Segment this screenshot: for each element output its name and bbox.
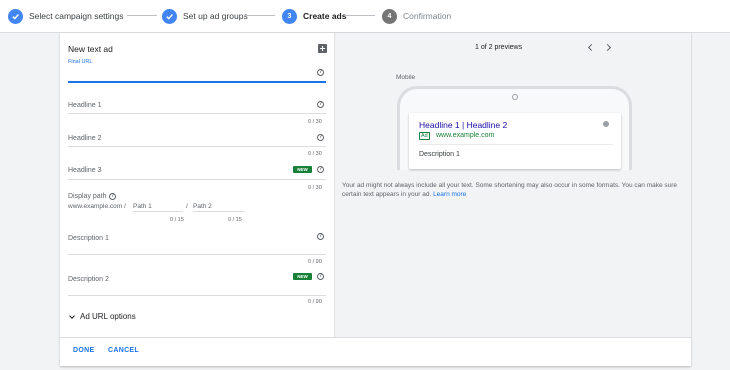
ad-form: New text ad Final URL ? Headline 1 ? 0 /… (60, 33, 334, 337)
path-2-underline (193, 211, 245, 212)
step-divider (345, 15, 375, 16)
description-1-field[interactable]: Description 1 (68, 235, 109, 242)
path-2-input[interactable]: Path 2 (193, 203, 212, 210)
new-badge: NEW (293, 166, 312, 173)
headline-1-field[interactable]: Headline 1 (68, 102, 101, 109)
ad-display-url: www.example.com (436, 132, 495, 139)
headline-1-underline (68, 113, 326, 114)
step-label: Set up ad groups (183, 11, 248, 21)
step-divider (127, 15, 157, 16)
ad-preview: 1 of 2 previews Mobile Headline 1 | Head… (334, 33, 691, 337)
chevron-right-icon[interactable] (603, 43, 612, 52)
headline-2-counter: 0 / 30 (308, 151, 322, 157)
cancel-button[interactable]: CANCEL (108, 347, 139, 354)
headline-3-field[interactable]: Headline 3 (68, 167, 101, 174)
stepper: Select campaign settings Set up ad group… (0, 0, 730, 33)
step-number: 4 (382, 8, 397, 24)
headline-3-underline (68, 179, 326, 180)
step-divider (244, 15, 275, 16)
headline-2-field[interactable]: Headline 2 (68, 135, 101, 142)
phone-camera (512, 94, 518, 100)
ad-description: Description 1 (419, 151, 460, 158)
learn-more-link[interactable]: Learn more (433, 191, 466, 198)
check-icon (8, 8, 23, 24)
description-1-underline (68, 254, 326, 255)
help-icon[interactable]: ? (317, 273, 324, 280)
ad-url-options-toggle[interactable]: Ad URL options (68, 312, 136, 321)
help-icon[interactable]: ? (317, 101, 324, 108)
step-label: Confirmation (403, 11, 452, 21)
device-label: Mobile (396, 74, 416, 81)
help-icon[interactable]: ? (317, 233, 324, 240)
step-label: Select campaign settings (29, 11, 124, 21)
form-title: New text ad (68, 44, 113, 54)
info-icon[interactable] (603, 121, 609, 127)
path-2-counter: 0 / 15 (228, 217, 242, 223)
ad-preview-card: Headline 1 | Headline 2 Ad www.example.c… (409, 113, 621, 169)
chevron-down-icon (69, 312, 75, 319)
preview-note-text: Your ad might not always include all you… (342, 182, 678, 198)
step-label: Create ads (303, 11, 347, 21)
ad-url-options-label: Ad URL options (80, 312, 136, 321)
final-url-label: Final URL (68, 59, 93, 65)
help-icon[interactable]: ? (317, 69, 324, 76)
step-select-campaign-settings[interactable]: Select campaign settings (8, 8, 124, 24)
display-path-label: Display path (68, 193, 107, 200)
description-2-counter: 0 / 90 (308, 299, 322, 305)
ad-divider (419, 144, 613, 145)
display-path-domain: www.example.com / (68, 203, 126, 210)
headline-3-counter: 0 / 30 (308, 185, 322, 191)
headline-1-counter: 0 / 30 (308, 119, 322, 125)
step-create-ads[interactable]: 3 Create ads (282, 8, 346, 24)
check-icon (162, 8, 177, 24)
final-url-input[interactable] (68, 81, 326, 83)
phone-frame: Headline 1 | Headline 2 Ad www.example.c… (397, 86, 632, 170)
description-1-counter: 0 / 90 (308, 259, 322, 265)
preview-note: Your ad might not always include all you… (342, 181, 686, 199)
description-2-field[interactable]: Description 2 (68, 276, 109, 283)
ad-badge: Ad (419, 132, 430, 140)
path-1-input[interactable]: Path 1 (133, 203, 152, 210)
new-badge: NEW (293, 273, 312, 280)
path-1-counter: 0 / 15 (170, 217, 184, 223)
description-2-underline (68, 295, 326, 296)
path-separator: / (186, 203, 188, 210)
headline-2-underline (68, 146, 326, 147)
help-icon[interactable]: ? (317, 166, 324, 173)
form-footer: DONE CANCEL (60, 337, 691, 366)
chevron-left-icon[interactable] (587, 43, 596, 52)
path-1-underline (133, 211, 183, 212)
help-icon[interactable]: ? (317, 134, 324, 141)
ad-editor-panel: New text ad Final URL ? Headline 1 ? 0 /… (60, 33, 691, 366)
ad-headline: Headline 1 | Headline 2 (419, 120, 508, 130)
add-box-icon[interactable] (318, 44, 327, 53)
help-icon[interactable]: ? (109, 193, 116, 200)
step-number: 3 (282, 8, 297, 24)
preview-pager: 1 of 2 previews (475, 44, 523, 51)
step-confirmation[interactable]: 4 Confirmation (382, 8, 451, 24)
done-button[interactable]: DONE (73, 347, 94, 354)
step-set-up-ad-groups[interactable]: Set up ad groups (162, 8, 248, 24)
